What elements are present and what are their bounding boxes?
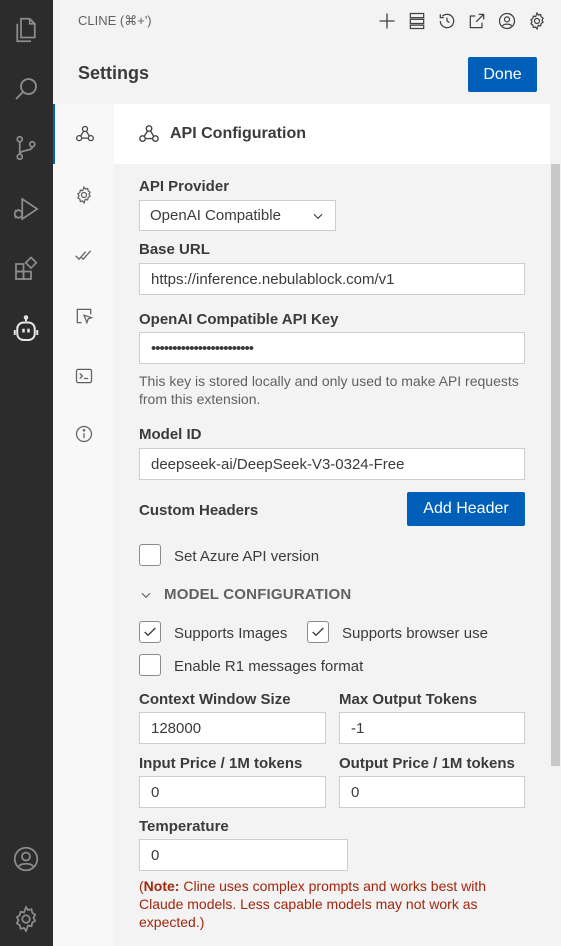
tab-browser[interactable] [53,286,114,346]
terminal-icon [75,368,92,384]
base-url-input[interactable]: https://inference.nebulablock.com/v1 [139,263,525,295]
input-price-input[interactable]: 0 [139,776,326,808]
api-key-label: OpenAI Compatible API Key [139,311,339,328]
source-control-icon[interactable] [7,129,45,167]
run-debug-icon[interactable] [7,190,45,228]
explorer-icon[interactable] [7,11,45,49]
extensions-icon[interactable] [7,250,45,288]
search-icon[interactable] [7,70,45,108]
tab-terminal[interactable] [53,346,114,406]
tab-general[interactable] [53,165,114,225]
custom-headers-label: Custom Headers [139,502,259,519]
webhook-icon [139,125,159,143]
account-icon[interactable] [496,10,517,32]
output-price-input[interactable]: 0 [339,776,525,808]
supports-browser-checkbox[interactable] [307,621,329,643]
done-button[interactable]: Done [468,57,537,92]
gear-icon[interactable] [526,10,547,32]
check-icon [312,627,324,637]
max-output-input[interactable]: -1 [339,712,525,744]
model-configuration-toggle[interactable]: MODEL CONFIGURATION [139,586,351,603]
tab-features[interactable] [53,225,114,285]
supports-images-label: Supports Images [174,625,288,642]
max-output-label: Max Output Tokens [339,691,478,708]
view-toolbar [376,10,547,32]
note-bold: Note: [143,878,180,894]
context-window-label: Context Window Size [139,691,291,708]
model-note: (Note: Cline uses complex prompts and wo… [139,877,529,931]
base-url-label: Base URL [139,241,210,258]
view-title: CLINE (⌘+') [78,13,152,28]
info-icon [75,425,92,443]
server-icon[interactable] [406,10,427,32]
settings-title: Settings [78,63,150,83]
supports-images-checkbox[interactable] [139,621,161,643]
check-icon [144,627,156,637]
api-provider-label: API Provider [139,178,230,195]
note-text: Cline uses complex prompts and works bes… [139,878,487,930]
chevron-down-icon [313,213,323,219]
api-provider-value: OpenAI Compatible [150,207,281,224]
gear-icon [76,185,91,205]
section-header: API Configuration [114,104,550,164]
api-provider-select[interactable]: OpenAI Compatible [139,200,336,231]
temperature-input[interactable]: 0 [139,839,348,871]
gear-icon[interactable] [7,900,45,938]
r1-format-label: Enable R1 messages format [174,658,364,675]
model-configuration-heading: MODEL CONFIGURATION [164,586,352,603]
settings-tabs [53,104,114,946]
scrollbar-thumb[interactable] [551,164,560,766]
activity-bar [0,0,53,946]
azure-checkbox[interactable] [139,544,161,566]
cursor-icon [76,308,93,325]
api-key-hint: This key is stored locally and only used… [139,373,519,407]
model-id-input[interactable]: deepseek-ai/DeepSeek-V3-0324-Free [139,448,525,480]
plus-icon[interactable] [376,10,397,32]
tab-about[interactable] [53,404,114,464]
output-price-label: Output Price / 1M tokens [339,755,515,772]
supports-browser-label: Supports browser use [342,625,488,642]
section-title: API Configuration [170,125,306,142]
cline-icon[interactable] [7,311,45,349]
chevron-down-icon [141,592,151,598]
webhook-icon [75,125,94,142]
tab-api-configuration[interactable] [53,104,114,164]
popout-icon[interactable] [466,10,487,32]
double-check-icon [74,250,91,261]
temperature-label: Temperature [139,818,229,835]
azure-label: Set Azure API version [174,548,320,565]
r1-format-checkbox[interactable] [139,654,161,676]
context-window-input[interactable]: 128000 [139,712,326,744]
add-header-button[interactable]: Add Header [407,492,525,526]
history-icon[interactable] [436,10,457,32]
account-icon[interactable] [7,840,45,878]
input-price-label: Input Price / 1M tokens [139,755,303,772]
api-key-input[interactable]: •••••••••••••••••••••••• [139,332,525,364]
model-id-label: Model ID [139,426,202,443]
